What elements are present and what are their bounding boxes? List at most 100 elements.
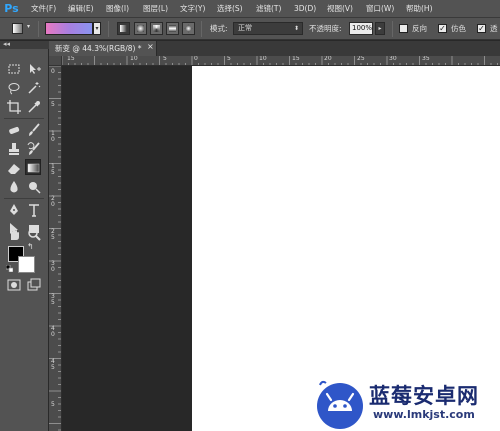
- eraser-icon: [8, 164, 20, 174]
- gradient-tool[interactable]: [25, 159, 41, 175]
- eyedropper-icon: [28, 101, 40, 113]
- reverse-label: 反向: [412, 24, 427, 33]
- chevron-down-icon: ⬍: [293, 25, 299, 32]
- menu-layer[interactable]: 图层(L): [143, 3, 168, 15]
- blur-tool[interactable]: [6, 179, 22, 195]
- ruler-label: 1 5: [51, 163, 55, 176]
- move-icon: [30, 64, 41, 74]
- collapse-panel-icon[interactable]: ◂◂: [3, 40, 10, 48]
- menu-view[interactable]: 视图(V): [327, 3, 353, 15]
- ruler-label: 4 5: [51, 358, 55, 371]
- screen-mode-button[interactable]: [26, 277, 42, 293]
- move-tool[interactable]: [26, 61, 42, 77]
- crop-icon: [7, 100, 21, 114]
- hand-tool[interactable]: [6, 226, 22, 242]
- eyedropper-tool[interactable]: [26, 99, 42, 115]
- radial-gradient-button[interactable]: [134, 22, 147, 35]
- menu-select[interactable]: 选择(S): [217, 3, 243, 15]
- menu-type[interactable]: 文字(Y): [180, 3, 205, 15]
- android-logo-icon: [317, 380, 363, 429]
- document-tab[interactable]: 新变 @ 44.3%(RGB/8) * ×: [49, 41, 157, 56]
- clone-stamp-tool[interactable]: [6, 141, 22, 157]
- gradient-preview[interactable]: [45, 22, 93, 35]
- dodge-icon: [29, 182, 41, 194]
- opacity-slider-toggle[interactable]: ▸: [375, 22, 385, 35]
- ruler-label: 2 0: [51, 195, 55, 208]
- menu-window[interactable]: 窗口(W): [366, 3, 394, 15]
- swap-colors-icon[interactable]: ↰: [27, 242, 34, 251]
- spot-healing-brush-tool[interactable]: [6, 122, 22, 138]
- divider: [38, 21, 39, 37]
- brush-tool[interactable]: [26, 122, 42, 138]
- chevron-down-icon[interactable]: ▾: [27, 23, 30, 30]
- close-icon[interactable]: ×: [147, 42, 154, 51]
- menu-filter[interactable]: 滤镜(T): [256, 3, 281, 15]
- ruler-label: 30: [389, 56, 397, 62]
- default-colors-icon[interactable]: [6, 265, 13, 272]
- options-bar: ▾ ▾ 模式: 正常 ⬍ 不透明度: 100% ▸ 反向 ✓ 仿色 ✓ 透: [0, 18, 500, 40]
- horizontal-ruler-ticks: [62, 56, 498, 65]
- document-tab-bar: 新变 @ 44.3%(RGB/8) * ×: [49, 41, 500, 56]
- ruler-label: 10: [130, 56, 138, 62]
- opacity-input[interactable]: 100%: [349, 22, 373, 35]
- menu-edit[interactable]: 编辑(E): [68, 3, 94, 15]
- reverse-checkbox[interactable]: [399, 24, 408, 33]
- gradient-icon: [27, 163, 40, 173]
- watermark: 蓝莓安卓网 www.lmkjst.com: [314, 375, 500, 431]
- crop-tool[interactable]: [6, 99, 22, 115]
- menu-3d[interactable]: 3D(D): [294, 3, 316, 15]
- blend-mode-select[interactable]: 正常 ⬍: [233, 22, 303, 35]
- toolbar-header: ◂◂: [0, 40, 49, 49]
- divider: [4, 198, 44, 199]
- type-icon: [29, 204, 39, 217]
- angle-gradient-button[interactable]: [150, 22, 163, 35]
- magic-wand-icon: [28, 82, 41, 94]
- stamp-icon: [9, 143, 19, 155]
- photoshop-logo: Ps: [4, 2, 19, 15]
- divider: [392, 21, 393, 37]
- linear-gradient-icon: [120, 25, 127, 32]
- menu-bar: Ps 文件(F) 编辑(E) 图像(I) 图层(L) 文字(Y) 选择(S) 滤…: [0, 0, 500, 18]
- reflected-gradient-button[interactable]: [166, 22, 179, 35]
- pen-tool[interactable]: [6, 202, 22, 218]
- ruler-origin[interactable]: [49, 56, 62, 66]
- lasso-tool[interactable]: [6, 80, 22, 96]
- ruler-label: 15: [292, 56, 300, 62]
- menu-help[interactable]: 帮助(H): [406, 3, 433, 15]
- quick-mask-mode-button[interactable]: [6, 277, 22, 293]
- ruler-label: 5: [51, 101, 55, 108]
- linear-gradient-button[interactable]: [117, 22, 130, 35]
- vertical-ruler-ticks: [49, 66, 61, 431]
- menu-file[interactable]: 文件(F): [31, 3, 56, 15]
- quick-mask-icon: [7, 279, 21, 291]
- ruler-label: 4 0: [51, 325, 55, 338]
- tool-preset-picker[interactable]: [12, 23, 23, 34]
- reflected-gradient-icon: [169, 25, 176, 32]
- diamond-gradient-button[interactable]: [182, 22, 195, 35]
- transparency-checkbox[interactable]: ✓: [477, 24, 486, 33]
- vertical-ruler[interactable]: 0 5 1 0 1 5 2 0 2 5 3 0 3 5 4 0 4 5 5: [49, 66, 62, 431]
- history-brush-tool[interactable]: [26, 141, 42, 157]
- horizontal-ruler[interactable]: 15 10 5 0 5 10 15 20 25 30 35: [62, 56, 500, 66]
- lasso-icon: [8, 83, 20, 95]
- rectangular-marquee-tool[interactable]: [6, 61, 22, 77]
- zoom-tool[interactable]: [26, 226, 42, 242]
- divider: [4, 118, 44, 119]
- watermark-url: www.lmkjst.com: [373, 408, 475, 421]
- dodge-tool[interactable]: [26, 179, 42, 195]
- mode-label: 模式:: [210, 24, 228, 33]
- eraser-tool[interactable]: [6, 160, 22, 176]
- screen-mode-icon: [27, 278, 41, 291]
- ruler-label: 3 5: [51, 293, 55, 306]
- type-tool[interactable]: [26, 202, 42, 218]
- menu-image[interactable]: 图像(I): [106, 3, 129, 15]
- ruler-label: 35: [422, 56, 430, 62]
- ruler-label: 0: [51, 68, 55, 75]
- ruler-label: 20: [324, 56, 332, 62]
- magic-wand-tool[interactable]: [26, 80, 42, 96]
- dither-checkbox[interactable]: ✓: [438, 24, 447, 33]
- drop-icon: [10, 181, 18, 193]
- gradient-picker-dropdown[interactable]: ▾: [93, 22, 101, 35]
- background-color-swatch[interactable]: [18, 256, 35, 273]
- divider: [201, 21, 202, 37]
